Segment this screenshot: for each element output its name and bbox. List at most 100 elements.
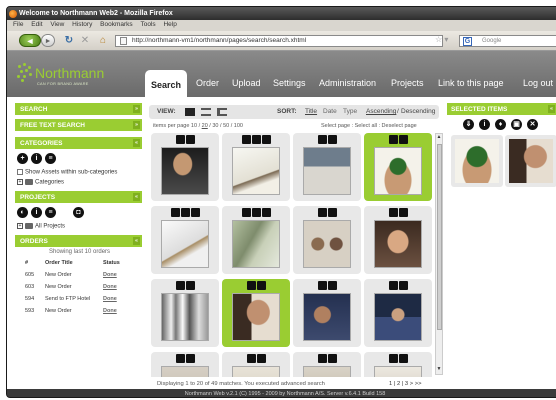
- expand-tree-icon[interactable]: +: [17, 179, 23, 185]
- per-page-10[interactable]: 10: [191, 123, 197, 129]
- result-tile[interactable]: [222, 279, 290, 347]
- result-tile[interactable]: [364, 279, 432, 347]
- asset-thumbnail[interactable]: [374, 220, 422, 268]
- tile-action-icon[interactable]: [261, 208, 271, 217]
- asset-thumbnail[interactable]: [303, 220, 351, 268]
- order-status-link[interactable]: Done: [103, 281, 135, 293]
- result-tile[interactable]: [222, 133, 290, 201]
- order-status-link[interactable]: Done: [103, 305, 135, 317]
- collapse-icon[interactable]: «: [133, 237, 140, 245]
- tile-action-icon[interactable]: [327, 208, 337, 217]
- categories-tree-root[interactable]: + Categories: [17, 179, 64, 186]
- table-row[interactable]: 594 Send to FTP Hotel Done: [25, 293, 135, 305]
- asset-thumbnail[interactable]: [161, 293, 209, 341]
- result-tile[interactable]: [222, 206, 290, 274]
- asset-thumbnail[interactable]: [232, 366, 280, 377]
- collapse-icon[interactable]: «: [548, 105, 555, 113]
- menu-bookmarks[interactable]: Bookmarks: [100, 21, 133, 28]
- asset-thumbnail[interactable]: [303, 366, 351, 377]
- selected-item-2[interactable]: [505, 135, 556, 187]
- menu-view[interactable]: View: [50, 21, 64, 28]
- tile-action-icon[interactable]: [388, 281, 398, 290]
- tile-action-icon[interactable]: [388, 135, 398, 144]
- sidebar-section-search[interactable]: SEARCH »: [15, 103, 142, 115]
- tile-action-icon[interactable]: [190, 208, 200, 217]
- tile-action-icon[interactable]: [185, 281, 195, 290]
- edit-project-icon[interactable]: ≡: [45, 207, 56, 218]
- menu-history[interactable]: History: [72, 21, 92, 28]
- tab-link-to-page[interactable]: Link to this page: [438, 78, 504, 97]
- tile-action-icon[interactable]: [327, 354, 337, 363]
- scroll-up-icon[interactable]: ▲: [436, 134, 442, 142]
- camera-project-icon[interactable]: ◘: [73, 207, 84, 218]
- result-tile[interactable]: [222, 352, 290, 377]
- subcategory-checkbox[interactable]: [17, 169, 23, 175]
- sidebar-section-categories[interactable]: CATEGORIES «: [15, 137, 142, 149]
- northmann-logo[interactable]: Northmann CAN FOR BRAND AWARE: [17, 63, 127, 93]
- sidebar-section-orders[interactable]: ORDERS «: [15, 235, 142, 247]
- clear-selection-icon[interactable]: ✕: [527, 119, 538, 130]
- tab-log-out[interactable]: Log out: [523, 78, 553, 97]
- asset-thumbnail[interactable]: [161, 366, 209, 377]
- tile-action-icon[interactable]: [317, 208, 327, 217]
- sort-date-link[interactable]: Date: [323, 108, 337, 115]
- tile-action-icon[interactable]: [261, 135, 271, 144]
- menu-help[interactable]: Help: [163, 21, 176, 28]
- order-status-link[interactable]: Done: [103, 269, 135, 281]
- tab-search[interactable]: Search: [145, 70, 188, 97]
- results-scrollbar[interactable]: ▲ ▼: [435, 133, 443, 375]
- download-icon[interactable]: ⇓: [463, 119, 474, 130]
- selected-items-header[interactable]: SELECTED ITEMS «: [447, 103, 556, 115]
- expand-icon[interactable]: »: [133, 121, 140, 129]
- tile-action-icon[interactable]: [256, 281, 266, 290]
- per-page-100[interactable]: 100: [234, 123, 243, 129]
- asset-thumbnail[interactable]: [374, 293, 422, 341]
- tile-action-icon[interactable]: [241, 135, 251, 144]
- tile-action-icon[interactable]: [251, 135, 261, 144]
- back-arrow-icon[interactable]: ◄: [19, 34, 41, 47]
- list-view-icon[interactable]: [201, 108, 211, 116]
- asset-thumbnail[interactable]: [232, 293, 280, 341]
- home-icon[interactable]: ⌂: [97, 34, 109, 47]
- tab-upload[interactable]: Upload: [232, 78, 261, 97]
- tile-action-icon[interactable]: [246, 281, 256, 290]
- info-icon[interactable]: i: [479, 119, 490, 130]
- tile-action-icon[interactable]: [398, 135, 408, 144]
- per-page-50[interactable]: 50: [223, 123, 229, 129]
- tile-action-icon[interactable]: [180, 208, 190, 217]
- order-status-link[interactable]: Done: [103, 293, 135, 305]
- info-category-icon[interactable]: i: [31, 153, 42, 164]
- result-tile[interactable]: [151, 133, 219, 201]
- result-tile[interactable]: [293, 352, 361, 377]
- tile-action-icon[interactable]: [398, 281, 408, 290]
- menu-tools[interactable]: Tools: [140, 21, 155, 28]
- tile-action-icon[interactable]: [317, 281, 327, 290]
- tile-action-icon[interactable]: [398, 208, 408, 217]
- asset-thumbnail[interactable]: [303, 293, 351, 341]
- asset-thumbnail[interactable]: [232, 147, 280, 195]
- pagination[interactable]: 1 | 2 | 3 > >>: [389, 381, 422, 387]
- projects-tree-root[interactable]: + All Projects: [17, 223, 65, 230]
- asset-thumbnail[interactable]: [161, 147, 209, 195]
- table-row[interactable]: 603 New Order Done: [25, 281, 135, 293]
- detail-view-icon[interactable]: [217, 108, 227, 116]
- tile-action-icon[interactable]: [251, 208, 261, 217]
- tile-action-icon[interactable]: [317, 354, 327, 363]
- result-tile[interactable]: [293, 133, 361, 201]
- result-tile[interactable]: [364, 352, 432, 377]
- tile-action-icon[interactable]: [388, 354, 398, 363]
- sort-ascending-link[interactable]: Ascending: [366, 108, 396, 115]
- tile-action-icon[interactable]: [256, 354, 266, 363]
- per-page-20[interactable]: 20: [202, 123, 208, 129]
- forward-arrow-icon[interactable]: ►: [41, 34, 55, 47]
- sidebar-section-projects[interactable]: PROJECTS «: [15, 191, 142, 203]
- tile-action-icon[interactable]: [175, 281, 185, 290]
- tile-action-icon[interactable]: [185, 135, 195, 144]
- tile-action-icon[interactable]: [175, 135, 185, 144]
- sort-type-link[interactable]: Type: [343, 108, 357, 115]
- asset-thumbnail[interactable]: [161, 220, 209, 268]
- tab-order[interactable]: Order: [196, 78, 219, 97]
- tile-action-icon[interactable]: [246, 354, 256, 363]
- subcategory-checkbox-row[interactable]: Show Assets within sub-categories: [17, 169, 117, 176]
- menu-file[interactable]: File: [13, 21, 23, 28]
